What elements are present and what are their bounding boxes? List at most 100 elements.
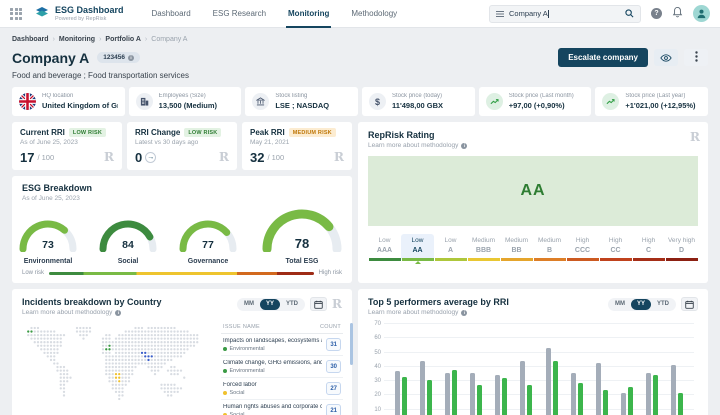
text-cursor (548, 10, 549, 18)
svg-text:$: $ (375, 97, 380, 107)
hamburger-icon[interactable] (496, 5, 504, 23)
bar-group-7[interactable] (546, 348, 558, 415)
rating-scale-ccc[interactable]: HighCCC (566, 234, 599, 261)
gauge-environmental: 73 Environmental (16, 215, 80, 265)
bar-group-5[interactable] (495, 375, 507, 415)
watch-button[interactable] (654, 49, 678, 66)
esg-breakdown-panel: ESG Breakdown As of June 25, 2023 73 Env… (12, 176, 352, 283)
toggle-yy[interactable]: YY (631, 299, 651, 310)
info-card-stock-price-last-month-[interactable]: Stock price (Last month)+97,00 (+0,90%) (479, 87, 592, 116)
search-icon[interactable] (625, 5, 634, 23)
rating-scale-a[interactable]: LowA (434, 234, 467, 261)
info-card-label: Stock listing (275, 93, 329, 99)
bar-group-11[interactable] (646, 373, 658, 415)
toggle-mm[interactable]: MM (238, 299, 260, 310)
rating-scale-bb[interactable]: MediumBB (500, 234, 533, 261)
learn-more-link[interactable]: Learn more about methodologyi (368, 142, 698, 149)
info-card-value: +1'021,00 (+12,95%) (625, 101, 695, 110)
bar-portfolio-average (445, 373, 450, 415)
uk-flag-icon (19, 93, 36, 110)
breadcrumb-item-portfolio-a[interactable]: Portfolio A (105, 36, 141, 43)
table-row[interactable]: Impacts on landscapes, ecosystems an...E… (221, 334, 343, 356)
more-options-button[interactable] (684, 49, 708, 66)
rri-card-subtitle: As of June 25, 2023 (20, 139, 114, 146)
search-input[interactable]: Company A (509, 9, 620, 18)
bar-group-9[interactable] (596, 363, 608, 415)
bar-portfolio-average (520, 361, 525, 415)
incidents-period-toggle: MMYYYTD (237, 298, 305, 311)
toggle-ytd[interactable]: YTD (280, 299, 304, 310)
info-card-stock-price-last-year-[interactable]: Stock price (Last year)+1'021,00 (+12,95… (595, 87, 708, 116)
svg-text:78: 78 (295, 236, 309, 251)
table-row[interactable]: Climate change, GHG emissions, and gl...… (221, 356, 343, 378)
info-card-stock-price-today-[interactable]: $Stock price (today)11'498,00 GBX (362, 87, 475, 116)
esg-breakdown-title: ESG Breakdown (22, 183, 342, 193)
scale-risk-label: High (599, 237, 632, 244)
user-avatar[interactable] (693, 5, 710, 22)
toggle-yy[interactable]: YY (260, 299, 280, 310)
bar-group-8[interactable] (571, 373, 583, 415)
company-search[interactable]: Company A (489, 5, 641, 23)
company-id-badge[interactable]: 123456 i (97, 52, 140, 63)
table-row[interactable]: Forced laborSocial27 (221, 378, 343, 400)
info-card-hq-location[interactable]: HQ locationUnited Kingdom of Great... (12, 87, 125, 116)
info-card-value: +97,00 (+0,90%) (509, 101, 574, 110)
nav-item-methodology[interactable]: Methodology (351, 0, 397, 28)
rating-scale-c[interactable]: HighC (632, 234, 665, 261)
bar-group-3[interactable] (445, 370, 457, 415)
bar-group-1[interactable] (395, 371, 407, 415)
count-badge: 27 (326, 382, 341, 395)
calendar-button[interactable] (681, 297, 698, 311)
rating-scale-aaa[interactable]: LowAAA (368, 234, 401, 261)
rri-card-current-rri[interactable]: Current RRILOW RISKAs of June 25, 202317… (12, 122, 122, 170)
current-rating-grade: AA (520, 182, 545, 200)
rating-scale-bbb[interactable]: MediumBBB (467, 234, 500, 261)
toggle-ytd[interactable]: YTD (651, 299, 675, 310)
bar-group-2[interactable] (420, 361, 432, 415)
info-icon: i (461, 310, 467, 316)
rating-scale-d[interactable]: Very highD (665, 234, 698, 261)
escalate-company-button[interactable]: Escalate company (558, 48, 648, 67)
bar-group-4[interactable] (470, 373, 482, 415)
risk-badge: LOW RISK (69, 128, 106, 137)
nav-item-esg-research[interactable]: ESG Research (213, 0, 266, 28)
svg-text:84: 84 (122, 239, 134, 251)
app-grid-icon[interactable] (10, 8, 22, 20)
help-icon[interactable]: ? (651, 8, 662, 19)
count-badge: 30 (326, 360, 341, 373)
nav-item-dashboard[interactable]: Dashboard (152, 0, 191, 28)
performers-panel: Top 5 performers average by RRI Learn mo… (358, 289, 708, 415)
info-card-label: Stock price (today) (392, 93, 443, 99)
info-card-employees-size-[interactable]: Employees (Size)13,500 (Medium) (129, 87, 242, 116)
rri-card-rri-change[interactable]: RRI ChangeLOW RISKLatest vs 30 days ago0… (127, 122, 237, 170)
rating-scale-b[interactable]: MediumB (533, 234, 566, 261)
bar-top-5-performers (653, 375, 658, 415)
toggle-mm[interactable]: MM (609, 299, 631, 310)
info-card-stock-listing[interactable]: Stock listingLSE ; NASDAQ (245, 87, 358, 116)
reprisk-rating-title: RepRisk Rating (368, 130, 698, 140)
breadcrumb-item-dashboard[interactable]: Dashboard (12, 36, 49, 43)
bar-group-12[interactable] (671, 365, 683, 415)
calendar-button[interactable] (310, 297, 327, 311)
bar-group-10[interactable] (621, 387, 633, 415)
rri-denominator: / 100 (267, 153, 284, 162)
y-axis-tick: 30 (369, 378, 381, 384)
rating-scale-cc[interactable]: HighCC (599, 234, 632, 261)
bar-portfolio-average (395, 371, 400, 415)
learn-more-link[interactable]: Learn more about methodologyi (368, 309, 509, 316)
app-logo[interactable]: ESG Dashboard Powered by RepRisk (34, 4, 124, 24)
bell-icon[interactable] (672, 5, 683, 23)
table-row[interactable]: Human rights abuses and corporate co...S… (221, 400, 343, 415)
bar-portfolio-average (495, 375, 500, 415)
learn-more-link[interactable]: Learn more about methodologyi (22, 309, 162, 316)
rri-card-peak-rri[interactable]: Peak RRIMEDIUM RISKMay 21, 202132/ 100R (242, 122, 352, 170)
incidents-panel: Incidents breakdown by Country Learn mor… (12, 289, 352, 415)
col-count: COUNT (320, 324, 341, 330)
chevron-right-icon: › (145, 36, 147, 43)
breadcrumb-item-monitoring[interactable]: Monitoring (59, 36, 95, 43)
bar-group-6[interactable] (520, 361, 532, 415)
nav-item-monitoring[interactable]: Monitoring (288, 0, 329, 28)
rating-scale-aa[interactable]: LowAA (401, 234, 434, 261)
scale-risk-label: Low (368, 237, 401, 244)
y-axis-tick: 20 (369, 392, 381, 398)
